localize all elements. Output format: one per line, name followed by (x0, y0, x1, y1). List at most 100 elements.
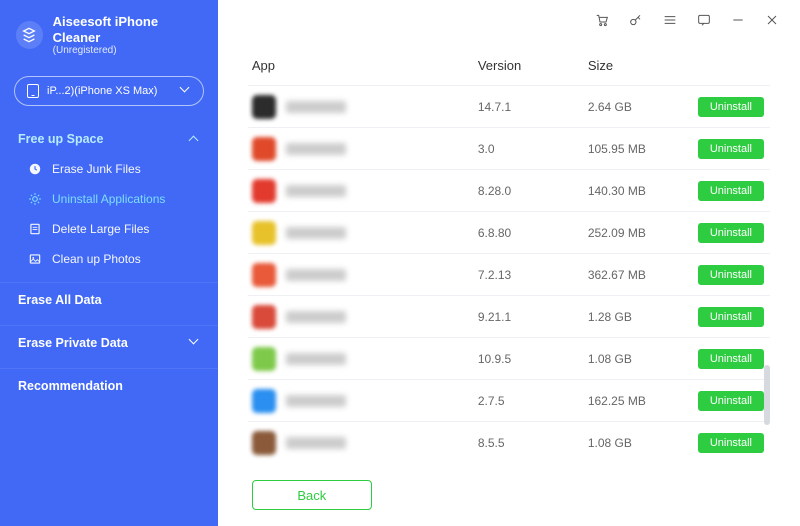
table-row: 7.2.13362.67 MBUninstall (248, 253, 770, 295)
brand-block: Aiseesoft iPhone Cleaner (Unregistered) (0, 14, 218, 70)
cell-size: 1.28 GB (588, 310, 698, 324)
photo-icon (28, 252, 42, 266)
titlebar (218, 0, 800, 40)
scrollbar-thumb[interactable] (764, 365, 770, 425)
table-header: App Version Size (248, 50, 770, 85)
app-name-blurred (286, 353, 346, 365)
cell-action: Uninstall (698, 349, 770, 369)
cell-action: Uninstall (698, 223, 770, 243)
key-icon[interactable] (628, 12, 644, 28)
table-row: 8.28.0140.30 MBUninstall (248, 169, 770, 211)
cell-size: 105.95 MB (588, 142, 698, 156)
header-action (698, 58, 770, 73)
sidebar-item-erase-junk[interactable]: Erase Junk Files (0, 154, 218, 184)
table-body[interactable]: 14.7.12.64 GBUninstall3.0105.95 MBUninst… (248, 85, 770, 468)
cell-version: 3.0 (478, 142, 588, 156)
app-name-blurred (286, 227, 346, 239)
brand-logo-icon (16, 21, 43, 49)
app-name-blurred (286, 395, 346, 407)
header-size: Size (588, 58, 698, 73)
cell-action: Uninstall (698, 307, 770, 327)
cell-version: 9.21.1 (478, 310, 588, 324)
cart-icon[interactable] (594, 12, 610, 28)
uninstall-button[interactable]: Uninstall (698, 265, 764, 285)
nav-erase-all-data[interactable]: Erase All Data (0, 282, 218, 317)
phone-icon (27, 84, 39, 98)
chevron-down-icon (190, 338, 200, 348)
sidebar: Aiseesoft iPhone Cleaner (Unregistered) … (0, 0, 218, 526)
sidebar-item-label: Clean up Photos (52, 252, 141, 266)
header-app: App (248, 58, 478, 73)
app-subtitle: (Unregistered) (53, 45, 202, 56)
cell-size: 252.09 MB (588, 226, 698, 240)
table-row: 3.0105.95 MBUninstall (248, 127, 770, 169)
app-icon (252, 221, 276, 245)
sidebar-item-delete-large[interactable]: Delete Large Files (0, 214, 218, 244)
uninstall-button[interactable]: Uninstall (698, 97, 764, 117)
app-name-blurred (286, 101, 346, 113)
nav-erase-private-data[interactable]: Erase Private Data (0, 325, 218, 360)
cell-app (248, 431, 478, 455)
app-title: Aiseesoft iPhone Cleaner (53, 14, 202, 45)
gear-icon (28, 192, 42, 206)
table-row: 14.7.12.64 GBUninstall (248, 85, 770, 127)
cell-size: 362.67 MB (588, 268, 698, 282)
main-panel: App Version Size 14.7.12.64 GBUninstall3… (218, 0, 800, 526)
cell-action: Uninstall (698, 181, 770, 201)
nav-free-up-space[interactable]: Free up Space (0, 124, 218, 154)
content-area: App Version Size 14.7.12.64 GBUninstall3… (218, 40, 800, 526)
table-row: 2.7.5162.25 MBUninstall (248, 379, 770, 421)
cell-action: Uninstall (698, 391, 770, 411)
uninstall-button[interactable]: Uninstall (698, 223, 764, 243)
sidebar-item-clean-photos[interactable]: Clean up Photos (0, 244, 218, 274)
device-label: iP...2)(iPhone XS Max) (47, 85, 173, 97)
uninstall-button[interactable]: Uninstall (698, 391, 764, 411)
app-icon (252, 95, 276, 119)
uninstall-button[interactable]: Uninstall (698, 181, 764, 201)
cell-version: 6.8.80 (478, 226, 588, 240)
app-name-blurred (286, 311, 346, 323)
app-name-blurred (286, 143, 346, 155)
table-row: 9.21.11.28 GBUninstall (248, 295, 770, 337)
back-button[interactable]: Back (252, 480, 372, 510)
footer: Back (248, 468, 770, 526)
chevron-down-icon (181, 86, 191, 96)
cell-app (248, 95, 478, 119)
uninstall-button[interactable]: Uninstall (698, 349, 764, 369)
close-icon[interactable] (764, 12, 780, 28)
nav-group-label: Free up Space (18, 132, 103, 146)
uninstall-button[interactable]: Uninstall (698, 139, 764, 159)
minimize-icon[interactable] (730, 12, 746, 28)
cell-action: Uninstall (698, 433, 770, 453)
sidebar-item-label: Delete Large Files (52, 222, 149, 236)
header-version: Version (478, 58, 588, 73)
cell-version: 8.5.5 (478, 436, 588, 450)
device-selector[interactable]: iP...2)(iPhone XS Max) (14, 76, 204, 106)
cell-app (248, 137, 478, 161)
cell-version: 14.7.1 (478, 100, 588, 114)
app-icon (252, 431, 276, 455)
table-row: 6.8.80252.09 MBUninstall (248, 211, 770, 253)
cell-app (248, 179, 478, 203)
cell-action: Uninstall (698, 139, 770, 159)
nav-recommendation[interactable]: Recommendation (0, 368, 218, 403)
app-name-blurred (286, 269, 346, 281)
cell-app (248, 221, 478, 245)
app-icon (252, 179, 276, 203)
menu-icon[interactable] (662, 12, 678, 28)
feedback-icon[interactable] (696, 12, 712, 28)
uninstall-button[interactable]: Uninstall (698, 307, 764, 327)
nav-section-label: Recommendation (18, 379, 123, 393)
file-icon (28, 222, 42, 236)
sidebar-item-uninstall-apps[interactable]: Uninstall Applications (0, 184, 218, 214)
nav-section-label: Erase All Data (18, 293, 102, 307)
uninstall-button[interactable]: Uninstall (698, 433, 764, 453)
cell-version: 8.28.0 (478, 184, 588, 198)
table-row: 10.9.51.08 GBUninstall (248, 337, 770, 379)
cell-app (248, 305, 478, 329)
cell-app (248, 263, 478, 287)
app-icon (252, 347, 276, 371)
cell-size: 1.08 GB (588, 352, 698, 366)
nav-section-label: Erase Private Data (18, 336, 128, 350)
app-name-blurred (286, 437, 346, 449)
